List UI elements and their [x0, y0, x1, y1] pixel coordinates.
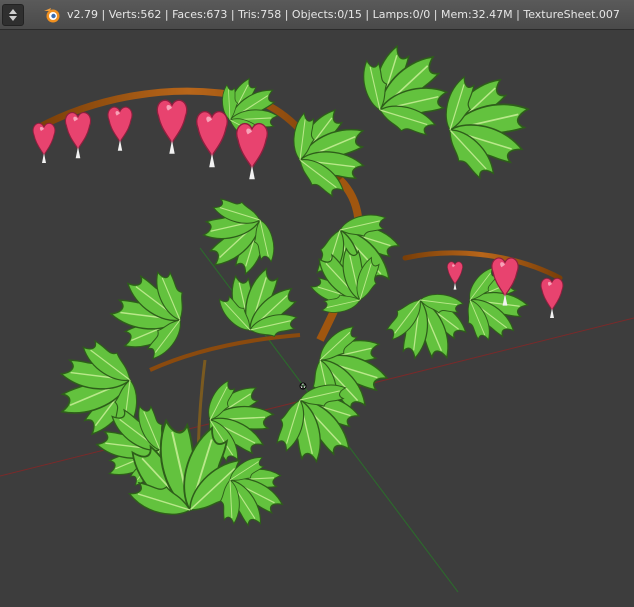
blender-logo-icon [44, 7, 60, 22]
header-menu-button[interactable] [2, 3, 24, 26]
viewport-header: v2.79 | Verts:562 | Faces:673 | Tris:758… [0, 0, 634, 30]
3d-viewport[interactable] [0, 30, 634, 607]
scene-statistics: v2.79 | Verts:562 | Faces:673 | Tris:758… [67, 8, 620, 21]
plant-model[interactable] [32, 30, 564, 548]
updown-arrows-icon [9, 8, 17, 21]
